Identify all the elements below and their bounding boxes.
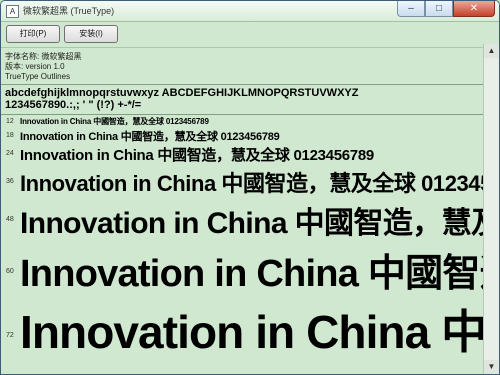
install-button[interactable]: 安装(I) [64,25,118,43]
size-preview-list: 12 Innovation in China 中國智造，慧及全球 0123456… [1,115,499,364]
preview-row: 12 Innovation in China 中國智造，慧及全球 0123456… [1,115,499,127]
preview-text: Innovation in China 中國智造，慧及全球 0123456789 [20,147,374,164]
size-label: 24 [6,150,14,157]
preview-text: Innovation in China 中國 [20,306,500,358]
preview-row: 60 Innovation in China 中國智造 [1,240,500,295]
font-viewer-window: A 微软繁超黑 (TrueType) – □ ✕ 打印(P) 安装(I) 字体名… [0,0,500,375]
size-label: 48 [6,216,14,223]
size-label: 72 [6,332,14,339]
preview-text: Innovation in China 中國智造，慧及全球 [20,207,499,240]
minimize-button[interactable]: – [397,1,425,17]
font-version: 版本: version 1.0 [5,62,65,71]
preview-row: 36 Innovation in China 中國智造，慧及全球 0123456… [1,164,499,196]
preview-row: 24 Innovation in China 中國智造，慧及全球 0123456… [1,142,499,164]
preview-row: 48 Innovation in China 中國智造，慧及全球 [1,196,499,240]
preview-text: Innovation in China 中國智造，慧及全球 0123456789 [20,117,209,126]
preview-text: Innovation in China 中國智造，慧及全球 0123456789 [20,171,500,196]
toolbar: 打印(P) 安装(I) [1,22,499,47]
print-button[interactable]: 打印(P) [6,25,60,43]
preview-row: 72 Innovation in China 中國 [1,294,499,364]
preview-text: Innovation in China 中國智造 [20,253,500,295]
scroll-down-arrow-icon[interactable]: ▼ [484,360,499,374]
character-sample: abcdefghijklmnopqrstuvwxyz ABCDEFGHIJKLM… [1,84,499,115]
font-outlines: TrueType Outlines [5,72,71,81]
vertical-scrollbar[interactable]: ▲ ▼ [483,44,499,374]
window-title: 微软繁超黑 (TrueType) [23,6,115,16]
sample-letters: abcdefghijklmnopqrstuvwxyz ABCDEFGHIJKLM… [5,87,359,99]
scroll-up-arrow-icon[interactable]: ▲ [484,44,499,58]
size-label: 36 [6,178,14,185]
window-controls: – □ ✕ [397,1,495,19]
preview-row: 18 Innovation in China 中國智造，慧及全球 0123456… [1,127,499,143]
close-button[interactable]: ✕ [453,1,495,17]
title-bar[interactable]: A 微软繁超黑 (TrueType) – □ ✕ [1,1,499,22]
sample-symbols: 1234567890.:,; ' " (!?) +-*/= [5,99,142,111]
size-label: 60 [6,268,14,275]
size-label: 18 [6,132,14,139]
app-icon: A [6,5,19,18]
font-name: 字体名称: 微软繁超黑 [5,52,82,61]
size-label: 12 [6,118,14,125]
maximize-button[interactable]: □ [425,1,453,17]
font-info: 字体名称: 微软繁超黑 版本: version 1.0 TrueType Out… [1,47,499,84]
